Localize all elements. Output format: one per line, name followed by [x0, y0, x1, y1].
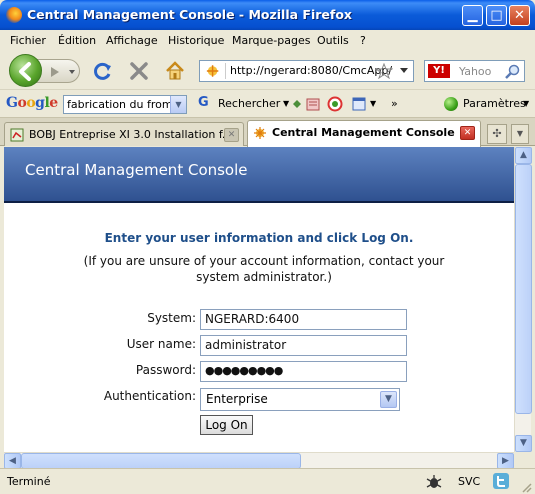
scroll-down-icon[interactable]: ▼	[515, 435, 532, 452]
username-field[interactable]: administrator	[200, 335, 407, 356]
google-toolbar: Google fabrication du froma ▼ G Recherch…	[0, 90, 535, 118]
url-bar[interactable]: http://ngerard:8080/CmcApp/	[199, 60, 414, 82]
horizontal-scrollbar[interactable]: ◀ ▶	[4, 452, 514, 469]
authentication-value: Enterprise	[206, 392, 268, 406]
tab-label: Central Management Console	[272, 126, 455, 139]
authentication-label: Authentication:	[103, 389, 196, 403]
google-search-input[interactable]: fabrication du froma ▼	[63, 95, 187, 114]
svc-indicator[interactable]: SVC	[458, 475, 480, 488]
bookmark-star-icon[interactable]	[375, 63, 393, 79]
menu-edition[interactable]: Édition	[58, 34, 96, 47]
vertical-scroll-thumb[interactable]	[515, 164, 532, 414]
firebug-icon[interactable]	[425, 473, 443, 491]
google-search-button[interactable]: Rechercher	[218, 97, 280, 110]
tab-bobj-installation[interactable]: BOBJ Entreprise XI 3.0 Installation f...…	[4, 122, 244, 146]
username-label: User name:	[126, 337, 196, 351]
google-logo[interactable]: Google	[6, 95, 58, 111]
page-viewport: Central Management Console Enter your us…	[4, 147, 514, 452]
url-text: http://ngerard:8080/CmcApp/	[230, 64, 393, 77]
authentication-select[interactable]: Enterprise ▼	[200, 388, 400, 411]
scroll-up-icon[interactable]: ▲	[515, 147, 532, 164]
menu-historique[interactable]: Historique	[168, 34, 224, 47]
menu-help[interactable]: ?	[360, 34, 366, 47]
menu-fichier[interactable]: Fichier	[10, 34, 46, 47]
reload-icon[interactable]	[92, 60, 114, 82]
twitter-icon[interactable]	[493, 473, 509, 489]
menu-affichage[interactable]: Affichage	[106, 34, 158, 47]
status-text: Terminé	[7, 475, 51, 488]
toolbar-more-button[interactable]: »	[391, 97, 398, 110]
new-tab-button[interactable]: ✣	[487, 124, 507, 144]
menu-outils[interactable]: Outils	[317, 34, 349, 47]
settings-button[interactable]: Paramètres	[463, 97, 526, 110]
navigation-toolbar: http://ngerard:8080/CmcApp/ Y! Yahoo	[0, 50, 535, 90]
home-icon[interactable]	[164, 60, 186, 82]
search-engine-icon[interactable]: Y!	[428, 64, 450, 78]
calendar-icon[interactable]	[351, 96, 367, 112]
resize-grip-icon[interactable]	[520, 481, 532, 493]
document-favicon-icon	[10, 128, 24, 142]
bookmarks-icon[interactable]	[305, 96, 321, 112]
toolbar-arrows-icon[interactable]	[291, 97, 303, 111]
search-placeholder: Yahoo	[459, 65, 492, 78]
minimize-button[interactable]: ▁	[462, 5, 483, 26]
url-history-dropdown-icon[interactable]	[400, 68, 409, 74]
system-label: System:	[147, 311, 196, 325]
back-button[interactable]	[9, 54, 42, 87]
login-prompt: Enter your user information and click Lo…	[104, 231, 414, 245]
password-label: Password:	[135, 363, 196, 377]
tab-bar: BOBJ Entreprise XI 3.0 Installation f...…	[0, 118, 535, 147]
tab-close-icon[interactable]: ✕	[460, 126, 475, 140]
search-box[interactable]: Y! Yahoo	[424, 60, 525, 82]
chevron-down-icon[interactable]: ▼	[380, 391, 397, 408]
log-on-button[interactable]: Log On	[200, 415, 253, 435]
tab-central-management-console[interactable]: Central Management Console ✕	[247, 120, 481, 147]
maximize-button[interactable]: □	[486, 5, 507, 26]
scroll-right-icon[interactable]: ▶	[497, 453, 514, 469]
chevron-down-icon[interactable]: ▼	[170, 96, 186, 113]
scroll-left-icon[interactable]: ◀	[4, 453, 21, 469]
tab-label: BOBJ Entreprise XI 3.0 Installation f...	[29, 128, 233, 141]
menu-marque-pages[interactable]: Marque-pages	[232, 34, 310, 47]
page-title: Central Management Console	[25, 161, 248, 179]
cmc-favicon-icon	[254, 127, 266, 139]
tab-list-dropdown-icon[interactable]: ▼	[511, 124, 529, 144]
google-g-icon: G	[198, 95, 209, 110]
settings-dropdown-icon[interactable]: ▼	[523, 99, 529, 108]
site-favicon-icon	[206, 63, 226, 79]
firefox-icon	[6, 7, 22, 23]
system-field[interactable]: NGERARD:6400	[200, 309, 407, 330]
password-field[interactable]: ●●●●●●●●●	[200, 361, 407, 382]
picasa-icon[interactable]	[327, 96, 343, 112]
window-title: Central Management Console - Mozilla Fir…	[27, 7, 352, 22]
cmc-header-banner: Central Management Console	[4, 147, 514, 203]
pagerank-status-icon	[444, 97, 458, 111]
vertical-scrollbar[interactable]: ▲ ▼	[514, 147, 532, 452]
status-bar: Terminé SVC	[0, 468, 535, 494]
search-options-dropdown-icon[interactable]: ▼	[283, 99, 289, 108]
horizontal-scroll-thumb[interactable]	[21, 453, 301, 469]
tab-close-icon[interactable]: ✕	[224, 128, 239, 142]
login-hint: (If you are unsure of your account infor…	[83, 254, 445, 284]
close-button[interactable]: ✕	[509, 5, 530, 26]
search-icon[interactable]	[505, 64, 520, 79]
google-search-value: fabrication du froma	[67, 98, 180, 111]
menu-bar: Fichier Édition Affichage Historique Mar…	[0, 30, 535, 50]
back-arrow-icon	[19, 62, 31, 81]
calendar-dropdown-icon[interactable]: ▼	[370, 99, 376, 108]
window-title-bar: Central Management Console - Mozilla Fir…	[0, 0, 535, 30]
stop-icon[interactable]	[128, 60, 150, 82]
